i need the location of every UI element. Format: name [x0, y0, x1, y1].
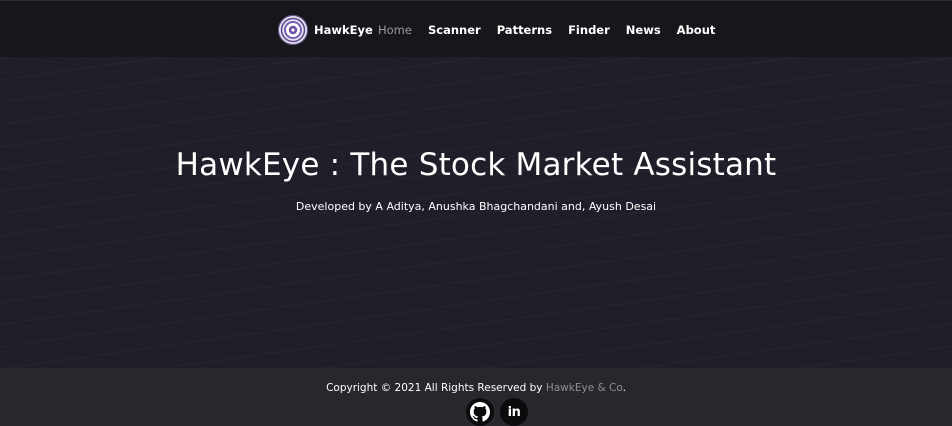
brand-name: HawkEye	[314, 23, 373, 37]
copyright-text: Copyright © 2021 All Rights Reserved by …	[0, 382, 952, 394]
hawkeye-logo-icon	[278, 15, 308, 45]
linkedin-link[interactable]: in	[500, 398, 528, 426]
copyright-prefix: Copyright © 2021 All Rights Reserved by	[326, 382, 546, 394]
nav-link-about[interactable]: About	[677, 23, 716, 37]
social-links: in	[466, 398, 528, 426]
nav-link-patterns[interactable]: Patterns	[497, 23, 552, 37]
navbar: HawkEye Home Scanner Patterns Finder New…	[0, 0, 952, 57]
hero-section: HawkEye : The Stock Market Assistant Dev…	[0, 57, 952, 368]
github-link[interactable]	[466, 398, 494, 426]
brand[interactable]: HawkEye	[278, 14, 373, 46]
company-link[interactable]: HawkEye & Co	[546, 382, 623, 394]
hero-subtitle: Developed by A Aditya, Anushka Bhagchand…	[295, 200, 657, 213]
nav-link-home[interactable]: Home	[378, 23, 412, 37]
hero-title: HawkEye : The Stock Market Assistant	[175, 147, 777, 183]
nav-link-scanner[interactable]: Scanner	[428, 23, 481, 37]
footer: Copyright © 2021 All Rights Reserved by …	[0, 368, 952, 426]
linkedin-icon: in	[507, 404, 521, 420]
copyright-suffix: .	[622, 382, 626, 394]
github-icon	[470, 402, 490, 422]
nav-link-news[interactable]: News	[626, 23, 661, 37]
nav-link-finder[interactable]: Finder	[568, 23, 610, 37]
nav-links: Home Scanner Patterns Finder News About	[378, 21, 731, 39]
